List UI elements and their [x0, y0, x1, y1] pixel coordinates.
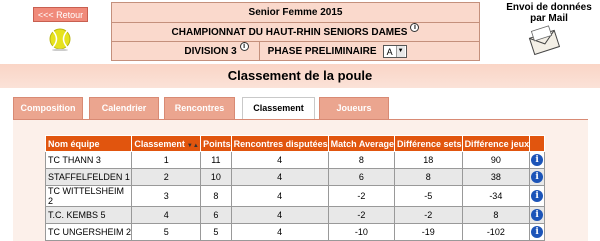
division-label: DIVISION 3 [184, 46, 237, 57]
tab-composition[interactable]: Composition [13, 97, 83, 119]
played-cell: 4 [230, 151, 329, 169]
games-cell: 90 [461, 151, 531, 169]
season-title: Senior Femme 2015 [248, 7, 343, 18]
sets-cell: -5 [394, 185, 463, 207]
col-header-rank-label: Classement [134, 138, 185, 149]
rank-cell: 5 [131, 223, 202, 241]
col-header-average[interactable]: Match Average [327, 135, 396, 152]
page-title: Classement de la poule [0, 64, 600, 88]
played-cell: 4 [230, 185, 329, 207]
info-cell: i [529, 206, 545, 224]
sets-cell: -2 [394, 206, 463, 224]
poule-select-value: A [386, 46, 393, 57]
tab-classement[interactable]: Classement [242, 97, 315, 120]
competition-header: Senior Femme 2015 CHAMPIONNAT DU HAUT-RH… [111, 2, 480, 61]
chevron-down-icon: ▼ [395, 46, 405, 57]
mail-export-label[interactable]: Envoi de données par Mail [500, 2, 598, 24]
sets-cell: 8 [394, 168, 463, 186]
sets-cell: -19 [394, 223, 463, 241]
info-icon[interactable]: i [239, 42, 249, 51]
team-name: T.C. KEMBS 5 [44, 206, 133, 224]
col-header-played[interactable]: Rencontres disputées [230, 135, 329, 152]
played-cell: 4 [230, 168, 329, 186]
standings-table: Nom équipe Classement ▼▲ Points Rencontre… [44, 135, 545, 241]
rank-cell: 4 [131, 206, 202, 224]
average-cell: -2 [327, 206, 396, 224]
col-header-games[interactable]: Différence jeux [461, 135, 531, 152]
games-cell: 38 [461, 168, 531, 186]
info-cell: i [529, 185, 545, 207]
info-cell: i [529, 168, 545, 186]
col-header-team[interactable]: Nom équipe [44, 135, 133, 152]
average-cell: -10 [327, 223, 396, 241]
table-row: TC THANN 3 1 11 4 8 18 90 i [44, 151, 545, 169]
average-cell: 8 [327, 151, 396, 169]
championship-title: CHAMPIONNAT DU HAUT-RHIN SENIORS DAMES [171, 26, 408, 38]
col-header-rank[interactable]: Classement ▼▲ [131, 135, 202, 152]
info-cell: i [529, 151, 545, 169]
info-icon[interactable]: i [531, 190, 544, 202]
info-icon[interactable]: i [410, 22, 420, 32]
rank-cell: 3 [131, 185, 202, 207]
info-icon[interactable]: i [531, 171, 544, 183]
points-cell: 8 [200, 185, 232, 207]
divider [258, 42, 260, 61]
info-cell: i [529, 223, 545, 241]
col-header-info [529, 135, 545, 152]
games-cell: -34 [461, 185, 531, 207]
table-row: TC WITTELSHEIM 2 3 8 4 -2 -5 -34 i [44, 185, 545, 207]
games-cell: -102 [461, 223, 531, 241]
table-row: STAFFELFELDEN 1 2 10 4 6 8 38 i [44, 168, 545, 186]
tennis-ball-icon [49, 28, 71, 51]
poule-select[interactable]: A ▼ [382, 45, 407, 58]
rank-cell: 2 [131, 168, 202, 186]
played-cell: 4 [230, 206, 329, 224]
info-icon[interactable]: i [531, 226, 544, 238]
sort-icon[interactable]: ▼▲ [187, 143, 199, 149]
mail-line-2: par Mail [530, 13, 568, 24]
average-cell: -2 [327, 185, 396, 207]
average-cell: 6 [327, 168, 396, 186]
points-cell: 5 [200, 223, 232, 241]
table-row: TC UNGERSHEIM 2 5 5 4 -10 -19 -102 i [44, 223, 545, 241]
mail-line-1: Envoi de données [506, 2, 592, 13]
games-cell: 8 [461, 206, 531, 224]
table-row: T.C. KEMBS 5 4 6 4 -2 -2 8 i [44, 206, 545, 224]
team-name: TC UNGERSHEIM 2 [44, 223, 133, 241]
team-name: STAFFELFELDEN 1 [44, 168, 133, 186]
sets-cell: 18 [394, 151, 463, 169]
team-name: TC THANN 3 [44, 151, 133, 169]
points-cell: 10 [200, 168, 232, 186]
info-icon[interactable]: i [531, 154, 544, 166]
tab-calendrier[interactable]: Calendrier [89, 97, 159, 119]
points-cell: 11 [200, 151, 232, 169]
phase-label: PHASE PRELIMINAIRE [267, 46, 377, 57]
back-button[interactable]: <<< Retour [33, 7, 88, 22]
col-header-points[interactable]: Points [200, 135, 232, 152]
played-cell: 4 [230, 223, 329, 241]
rank-cell: 1 [131, 151, 202, 169]
team-name: TC WITTELSHEIM 2 [44, 185, 133, 207]
points-cell: 6 [200, 206, 232, 224]
tab-rencontres[interactable]: Rencontres [164, 97, 235, 119]
tab-joueurs[interactable]: Joueurs [319, 97, 389, 119]
table-header-row: Nom équipe Classement ▼▲ Points Rencontre… [44, 135, 545, 152]
info-icon[interactable]: i [531, 209, 544, 221]
envelope-icon[interactable] [527, 24, 561, 58]
col-header-sets[interactable]: Différence sets [394, 135, 463, 152]
